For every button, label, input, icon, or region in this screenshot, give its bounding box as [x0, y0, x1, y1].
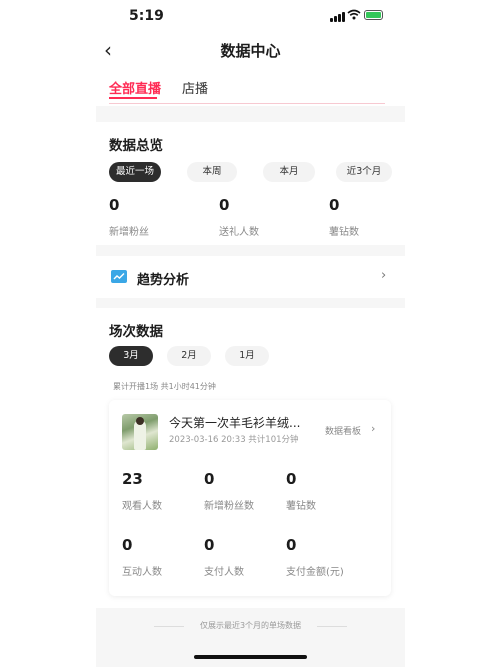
overview-card: 数据总览 最近一场 本周 本月 近3个月 0 新增粉丝 0 送礼人数 0 薯钻数	[96, 122, 405, 245]
footnote-divider-right	[317, 626, 347, 627]
wifi-icon	[347, 9, 361, 20]
footnote: 仅展示最近3个月的单场数据	[96, 620, 405, 632]
month-jan[interactable]: 1月	[225, 346, 269, 366]
tab-shop-live[interactable]: 店播	[182, 78, 208, 97]
session-thumbnail	[122, 414, 158, 450]
overview-title: 数据总览	[109, 138, 163, 154]
trend-analysis-label: 趋势分析	[137, 273, 190, 288]
metric-gifters-label: 送礼人数	[219, 227, 259, 238]
metric-gifters-value: 0	[219, 196, 230, 214]
sessions-title: 场次数据	[109, 324, 163, 340]
session-payers-label: 支付人数	[204, 567, 244, 578]
nav-bar: ‹ 数据中心	[96, 34, 405, 66]
status-bar: 5:19	[96, 0, 405, 34]
session-interactions-label: 互动人数	[122, 567, 162, 578]
data-board-link[interactable]: 数据看板	[325, 424, 361, 437]
session-pay-amount-label: 支付金额(元)	[286, 567, 344, 578]
session-viewers-label: 观看人数	[122, 501, 162, 512]
filter-3-months[interactable]: 近3个月	[336, 162, 392, 182]
status-time: 5:19	[129, 8, 164, 24]
sessions-summary: 累计开播1场 共1小时41分钟	[113, 382, 216, 391]
tab-all-live[interactable]: 全部直播	[109, 78, 161, 97]
sessions-card: 场次数据 3月 2月 1月 累计开播1场 共1小时41分钟 今天第一次羊毛衫羊绒…	[96, 308, 405, 608]
session-viewers-value: 23	[122, 470, 143, 488]
metric-diamonds-label: 薯钻数	[329, 227, 359, 238]
session-title: 今天第一次羊毛衫羊绒...	[169, 416, 301, 430]
metric-new-fans-value: 0	[109, 196, 120, 214]
month-feb[interactable]: 2月	[167, 346, 211, 366]
active-tab-indicator	[109, 97, 157, 99]
session-diamonds-value: 0	[286, 470, 297, 488]
filter-this-month[interactable]: 本月	[263, 162, 315, 182]
filter-recent[interactable]: 最近一场	[109, 162, 161, 182]
metric-diamonds-value: 0	[329, 196, 340, 214]
home-indicator	[194, 655, 307, 659]
session-subtitle: 2023-03-16 20:33 共计101分钟	[169, 435, 299, 445]
footnote-text: 仅展示最近3个月的单场数据	[199, 621, 302, 630]
page-title: 数据中心	[220, 42, 281, 60]
chevron-right-icon: ›	[371, 422, 376, 435]
session-pay-amount-value: 0	[286, 536, 297, 554]
phone-screen: 5:19 ‹ 数据中心 全部直播 店播 数据总览 最近一场 本周 本月 近3个月…	[96, 0, 405, 667]
session-diamonds-label: 薯钻数	[286, 501, 316, 512]
screen-background: 5:19 ‹ 数据中心 全部直播 店播 数据总览 最近一场 本周 本月 近3个月…	[0, 0, 500, 667]
session-payers-value: 0	[204, 536, 215, 554]
month-mar[interactable]: 3月	[109, 346, 153, 366]
trend-chart-icon	[111, 270, 127, 283]
cellular-signal-icon	[330, 12, 345, 22]
trend-analysis-row[interactable]: 趋势分析 ›	[96, 256, 405, 298]
tab-bar: 全部直播 店播	[96, 66, 405, 106]
filter-this-week[interactable]: 本周	[187, 162, 237, 182]
session-new-fans-label: 新增粉丝数	[204, 501, 254, 512]
session-card[interactable]: 今天第一次羊毛衫羊绒... 2023-03-16 20:33 共计101分钟 数…	[109, 400, 391, 596]
chevron-right-icon: ›	[381, 268, 387, 283]
session-new-fans-value: 0	[204, 470, 215, 488]
battery-charging-icon	[364, 10, 383, 20]
tab-divider	[109, 103, 385, 104]
session-interactions-value: 0	[122, 536, 133, 554]
metric-new-fans-label: 新增粉丝	[109, 227, 149, 238]
